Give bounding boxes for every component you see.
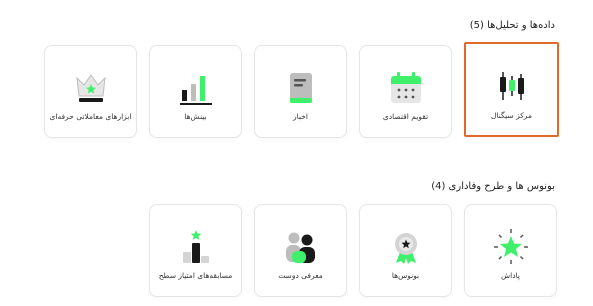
- card-refer-friend[interactable]: معرفی دوست: [254, 204, 347, 297]
- card-reward[interactable]: پاداش: [464, 204, 557, 297]
- star-burst-icon: [493, 229, 528, 264]
- card-news[interactable]: اخبار: [254, 45, 347, 138]
- bar-chart-icon: [179, 76, 212, 105]
- section-title-bonus-loyalty: بونوس ها و طرح وفاداری (4): [431, 181, 555, 192]
- candlestick-icon: [499, 72, 524, 100]
- card-label: اخبار: [293, 112, 308, 121]
- crown-icon: [75, 74, 106, 102]
- card-label: معرفی دوست: [278, 271, 323, 280]
- card-level-competitions[interactable]: مسابقه‌های امتیاز سطح: [149, 204, 242, 297]
- card-signal-center[interactable]: مرکز سیگنال: [464, 42, 559, 137]
- medal-icon: [394, 233, 417, 264]
- card-economic-calendar[interactable]: تقویم اقتصادی: [359, 45, 452, 138]
- card-label: تقویم اقتصادی: [382, 112, 429, 121]
- card-label: ابزارهای معاملاتی حرفه‌ای: [49, 112, 132, 121]
- card-label: مرکز سیگنال: [491, 111, 532, 120]
- news-icon: [289, 73, 312, 103]
- card-label: بونوس‌ها: [391, 271, 420, 280]
- card-pro-trading-tools[interactable]: ابزارهای معاملاتی حرفه‌ای: [44, 45, 137, 138]
- calendar-icon: [390, 72, 421, 103]
- podium-icon: [182, 230, 209, 263]
- section-title-data-analysis: داده‌ها و تحلیل‌ها (5): [469, 20, 555, 31]
- card-bonuses[interactable]: بونوس‌ها: [359, 204, 452, 297]
- card-label: بینش‌ها: [184, 112, 207, 121]
- card-label: مسابقه‌های امتیاز سطح: [158, 271, 233, 280]
- card-label: پاداش: [501, 271, 520, 280]
- card-insights[interactable]: بینش‌ها: [149, 45, 242, 138]
- friends-icon: [285, 232, 315, 263]
